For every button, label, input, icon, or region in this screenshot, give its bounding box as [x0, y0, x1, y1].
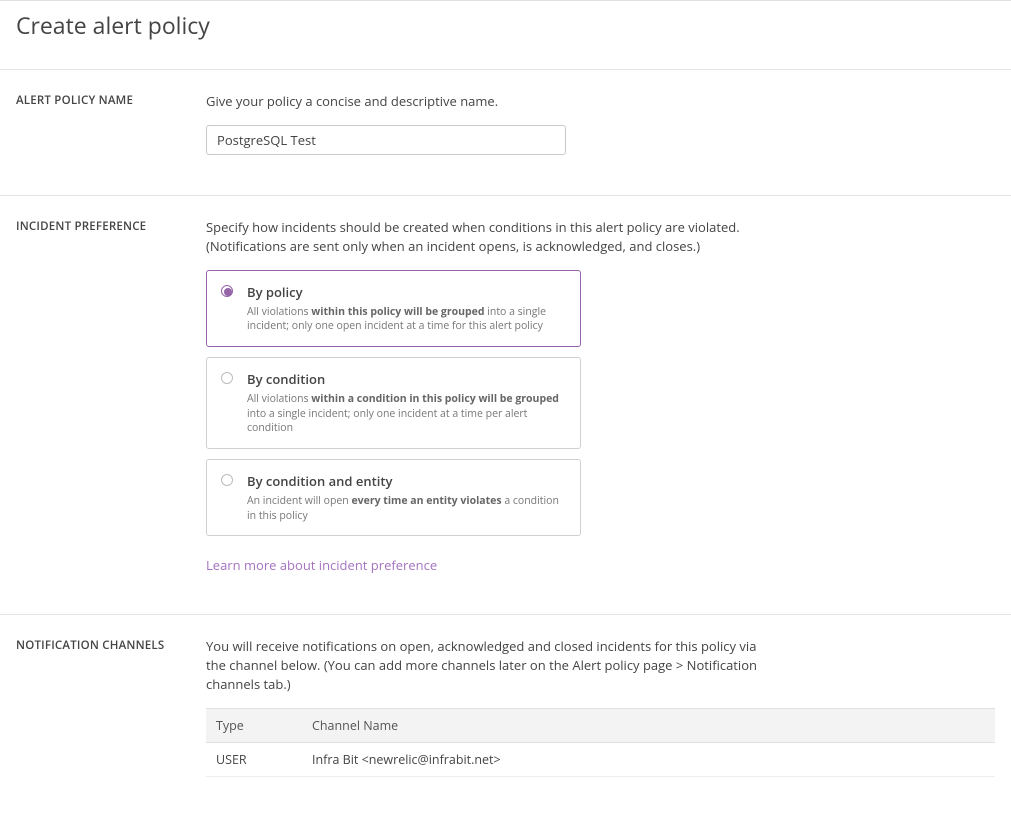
radio-by-policy-desc: All violations within this policy will b… — [247, 305, 568, 334]
channels-col-type: Type — [206, 708, 302, 742]
radio-icon — [221, 474, 233, 486]
channels-hint: You will receive notifications on open, … — [206, 637, 766, 694]
channels-col-name: Channel Name — [302, 708, 995, 742]
radio-by-condition-entity[interactable]: By condition and entity An incident will… — [206, 459, 581, 536]
radio-by-condition[interactable]: By condition All violations within a con… — [206, 357, 581, 449]
incident-pref-hint: Specify how incidents should be created … — [206, 218, 766, 256]
table-row: USER Infra Bit <newrelic@infrabit.net> — [206, 742, 995, 776]
policy-name-input[interactable] — [206, 125, 566, 155]
radio-by-condition-title: By condition — [247, 370, 568, 388]
section-notification-channels: NOTIFICATION CHANNELS You will receive n… — [0, 614, 1011, 787]
channel-type-cell: USER — [206, 742, 302, 776]
radio-by-condition-entity-desc: An incident will open every time an enti… — [247, 494, 568, 523]
radio-icon — [221, 372, 233, 384]
channels-label: NOTIFICATION CHANNELS — [16, 637, 206, 777]
policy-name-hint: Give your policy a concise and descripti… — [206, 92, 766, 111]
channels-table: Type Channel Name USER Infra Bit <newrel… — [206, 708, 995, 777]
incident-pref-label: INCIDENT PREFERENCE — [16, 218, 206, 575]
radio-by-condition-entity-title: By condition and entity — [247, 472, 568, 490]
learn-more-link[interactable]: Learn more about incident preference — [206, 556, 437, 574]
radio-by-policy[interactable]: By policy All violations within this pol… — [206, 270, 581, 347]
section-policy-name: ALERT POLICY NAME Give your policy a con… — [0, 69, 1011, 195]
radio-icon — [221, 285, 233, 297]
page-title: Create alert policy — [0, 1, 1011, 69]
radio-by-condition-desc: All violations within a condition in thi… — [247, 392, 568, 436]
section-incident-preference: INCIDENT PREFERENCE Specify how incident… — [0, 195, 1011, 615]
channel-name-cell: Infra Bit <newrelic@infrabit.net> — [302, 742, 995, 776]
policy-name-label: ALERT POLICY NAME — [16, 92, 206, 155]
radio-by-policy-title: By policy — [247, 283, 568, 301]
